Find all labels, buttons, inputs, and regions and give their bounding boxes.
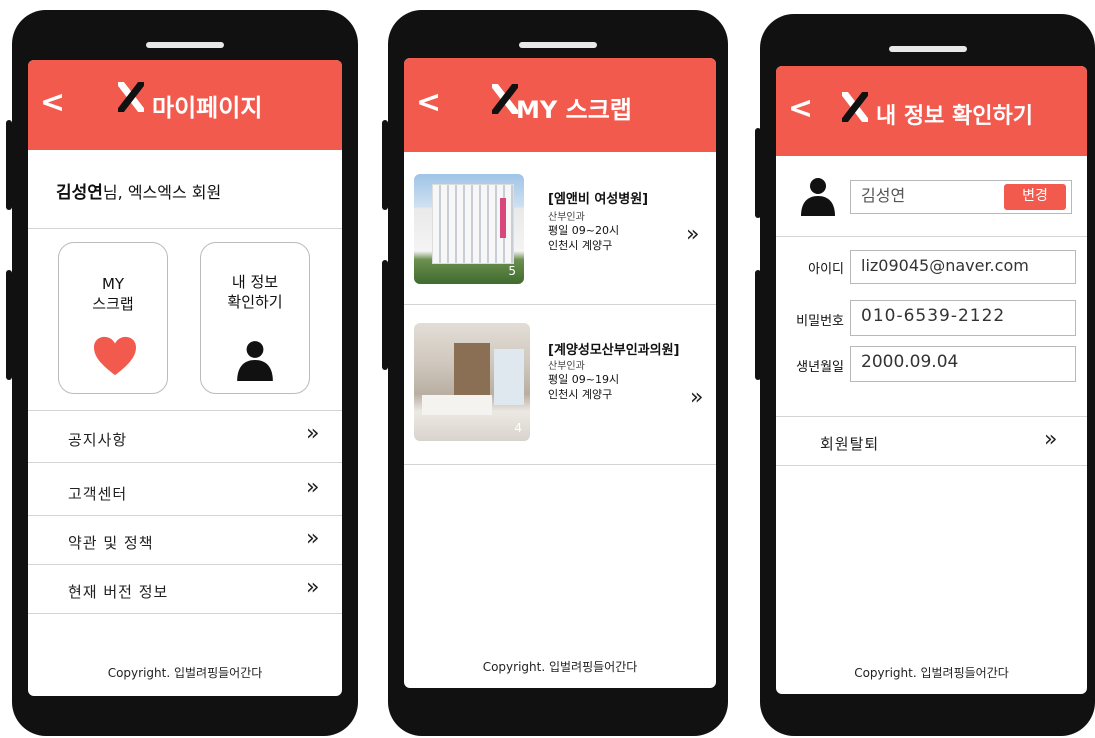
hospital-hours: 평일 09~19시	[548, 373, 620, 386]
birthdate-value: 2000.09.04	[861, 352, 959, 372]
menu-label: 현재 버전 정보	[68, 583, 169, 601]
scrap-list-item[interactable]: 5 [엠앤비 여성병원] 산부인과 평일 09~20시 인천시 계양구 »	[404, 158, 716, 304]
chevron-right-icon: »	[686, 222, 700, 247]
speaker	[519, 42, 597, 48]
screen-scrap: < MY 스크랩 5 [엠앤비 여성병원] 산부인과 평일 09~20시 인천시…	[404, 58, 716, 688]
hospital-department: 산부인과	[548, 212, 585, 223]
hospital-photo: 4	[414, 323, 530, 441]
back-button[interactable]: <	[416, 88, 441, 118]
field-label-password: 비밀번호	[796, 314, 844, 329]
id-field[interactable]: liz09045@naver.com	[850, 250, 1076, 284]
withdraw-label: 회원탈퇴	[820, 435, 880, 453]
birthdate-field[interactable]: 2000.09.04	[850, 346, 1076, 382]
back-button[interactable]: <	[40, 88, 65, 118]
side-button	[755, 270, 761, 380]
chevron-right-icon: »	[306, 475, 320, 500]
my-info-card[interactable]: 내 정보 확인하기	[200, 242, 310, 394]
edit-name-button[interactable]: 변경	[1004, 184, 1066, 210]
divider	[404, 464, 716, 465]
header-bar: < MY 스크랩	[404, 58, 716, 152]
card-label: MY	[101, 275, 125, 293]
speaker	[146, 42, 224, 48]
window-light	[494, 349, 524, 405]
divider	[28, 228, 342, 229]
divider	[776, 236, 1087, 237]
card-label: 확인하기	[227, 293, 283, 311]
chevron-right-icon: »	[306, 575, 320, 600]
person-icon	[237, 341, 273, 381]
person-icon	[801, 178, 835, 216]
side-button	[6, 120, 12, 210]
menu-item-terms[interactable]: 약관 및 정책 »	[28, 516, 342, 564]
hospital-name: [엠앤비 여성병원]	[548, 192, 649, 207]
field-label-birthdate: 생년월일	[796, 360, 844, 375]
chevron-right-icon: »	[306, 526, 320, 551]
page-title: MY 스크랩	[516, 96, 632, 124]
photo-count: 5	[508, 264, 516, 278]
building-sign	[500, 198, 506, 238]
copyright: Copyright. 입벌려핑들어간다	[482, 660, 638, 674]
logo-icon	[118, 82, 144, 112]
divider	[776, 465, 1087, 466]
my-scrap-card[interactable]: MY 스크랩	[58, 242, 168, 394]
chevron-right-icon: »	[306, 421, 320, 446]
screen-mypage: < 마이페이지 김성연님, 엑스엑스 회원 MY 스크랩 내 정보 확인하기 공…	[28, 60, 342, 696]
page-title: 마이페이지	[152, 94, 263, 122]
card-label: 스크랩	[92, 295, 134, 313]
menu-item-version[interactable]: 현재 버전 정보 »	[28, 565, 342, 613]
user-greeting-suffix: 님, 엑스엑스 회원	[102, 183, 222, 202]
divider	[28, 613, 342, 614]
hall-panel	[454, 343, 490, 403]
card-label: 내 정보	[231, 273, 279, 291]
chevron-right-icon: »	[1044, 427, 1058, 452]
menu-label: 약관 및 정책	[68, 534, 154, 552]
speaker	[888, 46, 967, 52]
side-button	[6, 270, 12, 380]
hospital-location: 인천시 계양구	[548, 239, 613, 252]
hospital-photo: 5	[414, 174, 524, 284]
side-button	[755, 128, 761, 218]
field-label-id: 아이디	[808, 262, 844, 277]
scrap-list-item[interactable]: 4 [계양성모산부인과의원] 산부인과 평일 09~19시 인천시 계양구 »	[404, 305, 716, 463]
screen-myinfo: < 내 정보 확인하기 김성연 변경 아이디 liz09045@naver.co…	[776, 66, 1087, 694]
user-name: 김성연	[56, 183, 103, 203]
logo-icon	[842, 92, 868, 122]
id-value: liz09045@naver.com	[861, 256, 1029, 275]
withdraw-row[interactable]: 회원탈퇴 »	[776, 417, 1087, 465]
hospital-department: 산부인과	[548, 361, 585, 372]
menu-label: 고객센터	[68, 485, 128, 503]
menu-item-notice[interactable]: 공지사항 »	[28, 411, 342, 462]
heart-icon	[94, 336, 136, 376]
password-value: 010-6539-2122	[861, 306, 1006, 326]
menu-label: 공지사항	[68, 431, 128, 449]
hospital-location: 인천시 계양구	[548, 388, 613, 401]
photo-count: 4	[514, 421, 522, 435]
header-bar: < 내 정보 확인하기	[776, 66, 1087, 156]
chevron-right-icon: »	[690, 385, 704, 410]
page-title: 내 정보 확인하기	[876, 104, 1033, 129]
header-bar: < 마이페이지	[28, 60, 342, 150]
side-button	[382, 120, 388, 210]
menu-item-support[interactable]: 고객센터 »	[28, 463, 342, 514]
logo-icon	[492, 84, 518, 114]
password-field[interactable]: 010-6539-2122	[850, 300, 1076, 336]
reception-desk	[422, 395, 492, 415]
copyright: Copyright. 입벌려핑들어간다	[854, 666, 1009, 680]
hospital-name: [계양성모산부인과의원]	[548, 343, 680, 358]
back-button[interactable]: <	[788, 94, 813, 124]
copyright: Copyright. 입벌려핑들어간다	[107, 666, 263, 680]
side-button	[382, 260, 388, 370]
hospital-hours: 평일 09~20시	[548, 224, 620, 237]
name-value: 김성연	[861, 186, 906, 205]
user-greeting: 김성연님, 엑스엑스 회원	[56, 178, 221, 203]
